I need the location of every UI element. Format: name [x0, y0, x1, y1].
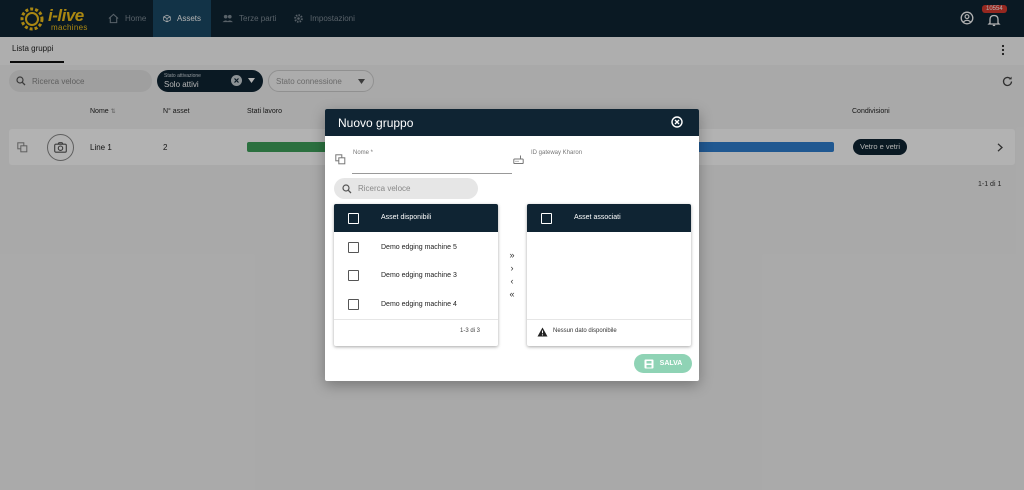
dialog-title: Nuovo gruppo [338, 116, 414, 130]
item-checkbox[interactable] [348, 299, 359, 310]
save-button[interactable]: SALVA [634, 354, 692, 373]
item-checkbox[interactable] [348, 242, 359, 253]
copy-icon [335, 154, 346, 165]
save-button-label: SALVA [659, 360, 683, 367]
save-icon [644, 359, 654, 368]
item-label: Demo edging machine 4 [381, 301, 457, 308]
available-assets-header: Asset disponibili [334, 204, 498, 232]
panel-divider [334, 319, 498, 320]
gateway-field[interactable] [530, 173, 690, 174]
list-item[interactable]: Demo edging machine 4 [334, 291, 498, 319]
dialog-search-placeholder: Ricerca veloce [358, 184, 411, 193]
router-icon [513, 155, 524, 164]
name-field[interactable] [352, 173, 512, 174]
select-all-available-checkbox[interactable] [348, 213, 359, 224]
dialog-header: Nuovo gruppo [325, 109, 699, 136]
panel-divider [527, 319, 691, 320]
list-item[interactable]: Demo edging machine 5 [334, 234, 498, 262]
gateway-field-label: ID gateway Kharon [531, 150, 583, 156]
available-assets-pagination: 1-3 di 3 [460, 328, 481, 334]
move-right-button[interactable]: › [507, 264, 517, 273]
associated-assets-header: Asset associati [527, 204, 691, 232]
close-icon[interactable] [671, 116, 683, 128]
select-all-associated-checkbox[interactable] [541, 213, 552, 224]
name-field-label: Nome * [353, 150, 374, 156]
associated-assets-title: Asset associati [574, 214, 621, 221]
item-label: Demo edging machine 5 [381, 244, 457, 251]
dialog-search-input[interactable]: Ricerca veloce [334, 178, 478, 199]
move-all-right-button[interactable]: » [507, 251, 517, 260]
available-assets-title: Asset disponibili [381, 214, 432, 221]
item-checkbox[interactable] [348, 270, 359, 281]
warning-icon [537, 327, 548, 337]
associated-assets-panel: Asset associati Nessun dato disponibile [527, 204, 691, 346]
search-icon [342, 183, 352, 193]
item-label: Demo edging machine 3 [381, 272, 457, 279]
new-group-dialog: Nuovo gruppo Nome * ID gateway Kharon Ri… [325, 109, 699, 381]
empty-state-text: Nessun dato disponibile [553, 328, 617, 334]
available-assets-panel: Asset disponibili Demo edging machine 5 … [334, 204, 498, 346]
list-item[interactable]: Demo edging machine 3 [334, 262, 498, 290]
move-all-left-button[interactable]: « [507, 290, 517, 299]
move-left-button[interactable]: ‹ [507, 277, 517, 286]
